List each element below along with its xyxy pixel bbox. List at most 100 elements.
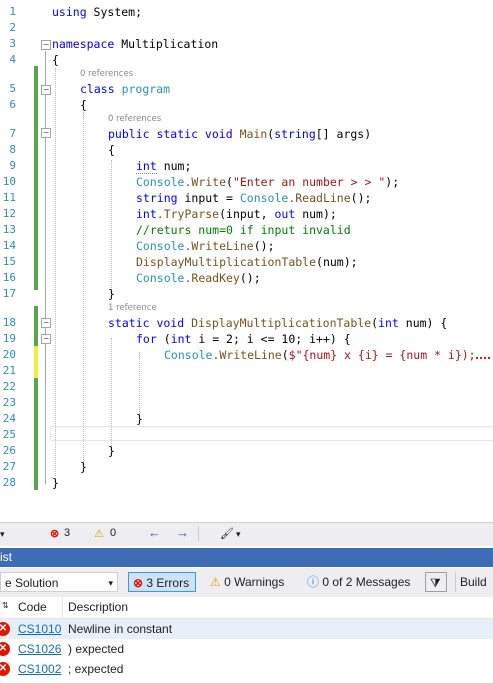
zoom-dropdown-chevron-icon[interactable]: ▾ (0, 529, 5, 540)
errors-filter-button[interactable]: ⊗ 3 Errors (128, 572, 196, 592)
code-line: for (int i = 2; i <= 10; i++) { (136, 332, 351, 346)
line-number: 8 (9, 143, 16, 156)
line-number: 14 (2, 239, 16, 252)
error-list-toolbar: e Solution ▾ ⊗ 3 Errors ⚠ 0 Warnings ⓘ 0 … (0, 568, 493, 597)
line-number: 27 (2, 460, 16, 473)
line-number: 10 (2, 175, 16, 188)
code-line: } (52, 476, 59, 490)
line-number: 19 (2, 332, 16, 345)
error-icon: ✕ (0, 622, 10, 636)
line-number: 2 (9, 21, 16, 34)
messages-filter-button[interactable]: ⓘ 0 of 2 Messages (303, 572, 415, 592)
sort-icon[interactable]: ⇅ (2, 601, 9, 610)
error-row[interactable]: ✕ CS1026 ) expected (0, 639, 493, 659)
line-number: 25 (2, 428, 16, 441)
indent-guide (111, 160, 112, 290)
nav-forward-icon[interactable]: → (176, 525, 189, 540)
change-marker-unsaved (34, 346, 38, 378)
code-line-error: Console.WriteLine($"{num} x {i} = {num *… (164, 347, 490, 363)
code-line: class program (80, 82, 171, 96)
code-line: namespace Multiplication (52, 37, 219, 51)
code-line: string input = Console.ReadLine(); (136, 191, 372, 205)
line-number: 13 (2, 223, 16, 236)
line-number: 11 (2, 191, 16, 204)
column-divider (62, 597, 63, 618)
info-icon: ⓘ (307, 575, 320, 589)
line-number: 6 (9, 98, 16, 111)
line-number: 24 (2, 412, 16, 425)
error-description: ; expected (68, 662, 124, 676)
line-number: 7 (9, 127, 16, 140)
error-count-icon[interactable]: ⊗ (50, 527, 59, 540)
code-line: { (80, 98, 87, 112)
code-line: int.TryParse(input, out num); (136, 207, 337, 221)
line-number: 15 (2, 255, 16, 268)
line-number: 20 (2, 348, 16, 361)
error-list-title[interactable]: ist (0, 548, 493, 567)
fold-line (45, 51, 46, 484)
collapse-class-icon[interactable]: − (41, 85, 51, 95)
change-marker-saved (34, 146, 38, 290)
line-number: 12 (2, 207, 16, 220)
line-number: 17 (2, 287, 16, 300)
code-line: Console.ReadKey(); (136, 271, 261, 285)
error-squiggle[interactable] (475, 351, 490, 359)
code-line: } (136, 412, 143, 426)
column-description[interactable]: Description (68, 600, 128, 614)
scope-dropdown[interactable]: e Solution ▾ (0, 572, 118, 592)
filter-icon[interactable]: ⧩ (425, 572, 447, 592)
line-number: 5 (9, 82, 16, 95)
indent-guide (55, 68, 56, 476)
code-comment: //returs num=0 if input invalid (136, 223, 351, 237)
error-count[interactable]: 3 (64, 527, 70, 539)
error-list-header: ⇅ Code Description (0, 597, 493, 619)
divider (198, 527, 199, 541)
code-line: } (108, 444, 115, 458)
code-line: static void DisplayMultiplicationTable(i… (108, 316, 448, 330)
code-line: { (52, 53, 59, 67)
collapse-main-icon[interactable]: − (41, 128, 51, 138)
chevron-down-icon[interactable]: ▾ (236, 529, 241, 540)
error-code-link[interactable]: CS1002 (18, 659, 61, 679)
code-line: } (80, 460, 87, 474)
code-line: int num; (136, 159, 192, 174)
collapse-method-icon[interactable]: − (41, 318, 51, 328)
line-number: 1 (9, 5, 16, 18)
code-editor[interactable]: 1 2 3 4 5 6 7 8 9 10 11 12 13 14 15 16 17 18 19 20 21 22 23 24 2… (0, 0, 493, 520)
error-code-link[interactable]: CS1026 (18, 639, 61, 659)
code-line: Console.Write("Enter an number > > "); (136, 175, 400, 189)
column-code[interactable]: Code (18, 600, 47, 614)
codelens-references[interactable]: 1 reference (108, 303, 157, 313)
warnings-filter-button[interactable]: ⚠ 0 Warnings (206, 572, 294, 592)
line-number: 4 (9, 53, 16, 66)
code-line: using System; (52, 5, 143, 19)
line-number: 26 (2, 444, 16, 457)
line-number: 9 (9, 159, 16, 172)
current-line-highlight (50, 426, 493, 441)
codelens-references[interactable]: 0 references (80, 69, 133, 79)
code-line: DisplayMultiplicationTable(num); (136, 255, 358, 269)
line-number: 23 (2, 396, 16, 409)
error-row[interactable]: ✕ CS1002 ; expected (0, 659, 493, 679)
nav-back-icon[interactable]: ← (148, 525, 161, 540)
error-icon: ⊗ (133, 576, 144, 590)
brush-icon[interactable]: 🖌 (220, 527, 234, 540)
build-scope-dropdown[interactable]: Build (455, 572, 493, 592)
error-icon: ✕ (0, 642, 10, 656)
error-row[interactable]: ✕ CS1010 Newline in constant (0, 619, 493, 639)
collapse-for-icon[interactable]: − (41, 334, 51, 344)
codelens-references[interactable]: 0 references (108, 114, 161, 124)
change-marker-saved (34, 378, 38, 490)
indent-guide (83, 112, 84, 464)
change-marker-saved (34, 66, 38, 114)
warning-count[interactable]: 0 (110, 527, 116, 539)
warning-icon: ⚠ (210, 575, 221, 589)
error-code-link[interactable]: CS1010 (18, 619, 61, 639)
collapse-namespace-icon[interactable]: − (41, 40, 51, 50)
line-number: 3 (9, 37, 16, 50)
code-line: } (108, 287, 115, 301)
line-number: 18 (2, 316, 16, 329)
warning-count-icon[interactable]: ⚠ (94, 527, 104, 540)
line-number: 16 (2, 271, 16, 284)
code-line: public static void Main(string[] args) (108, 127, 372, 141)
